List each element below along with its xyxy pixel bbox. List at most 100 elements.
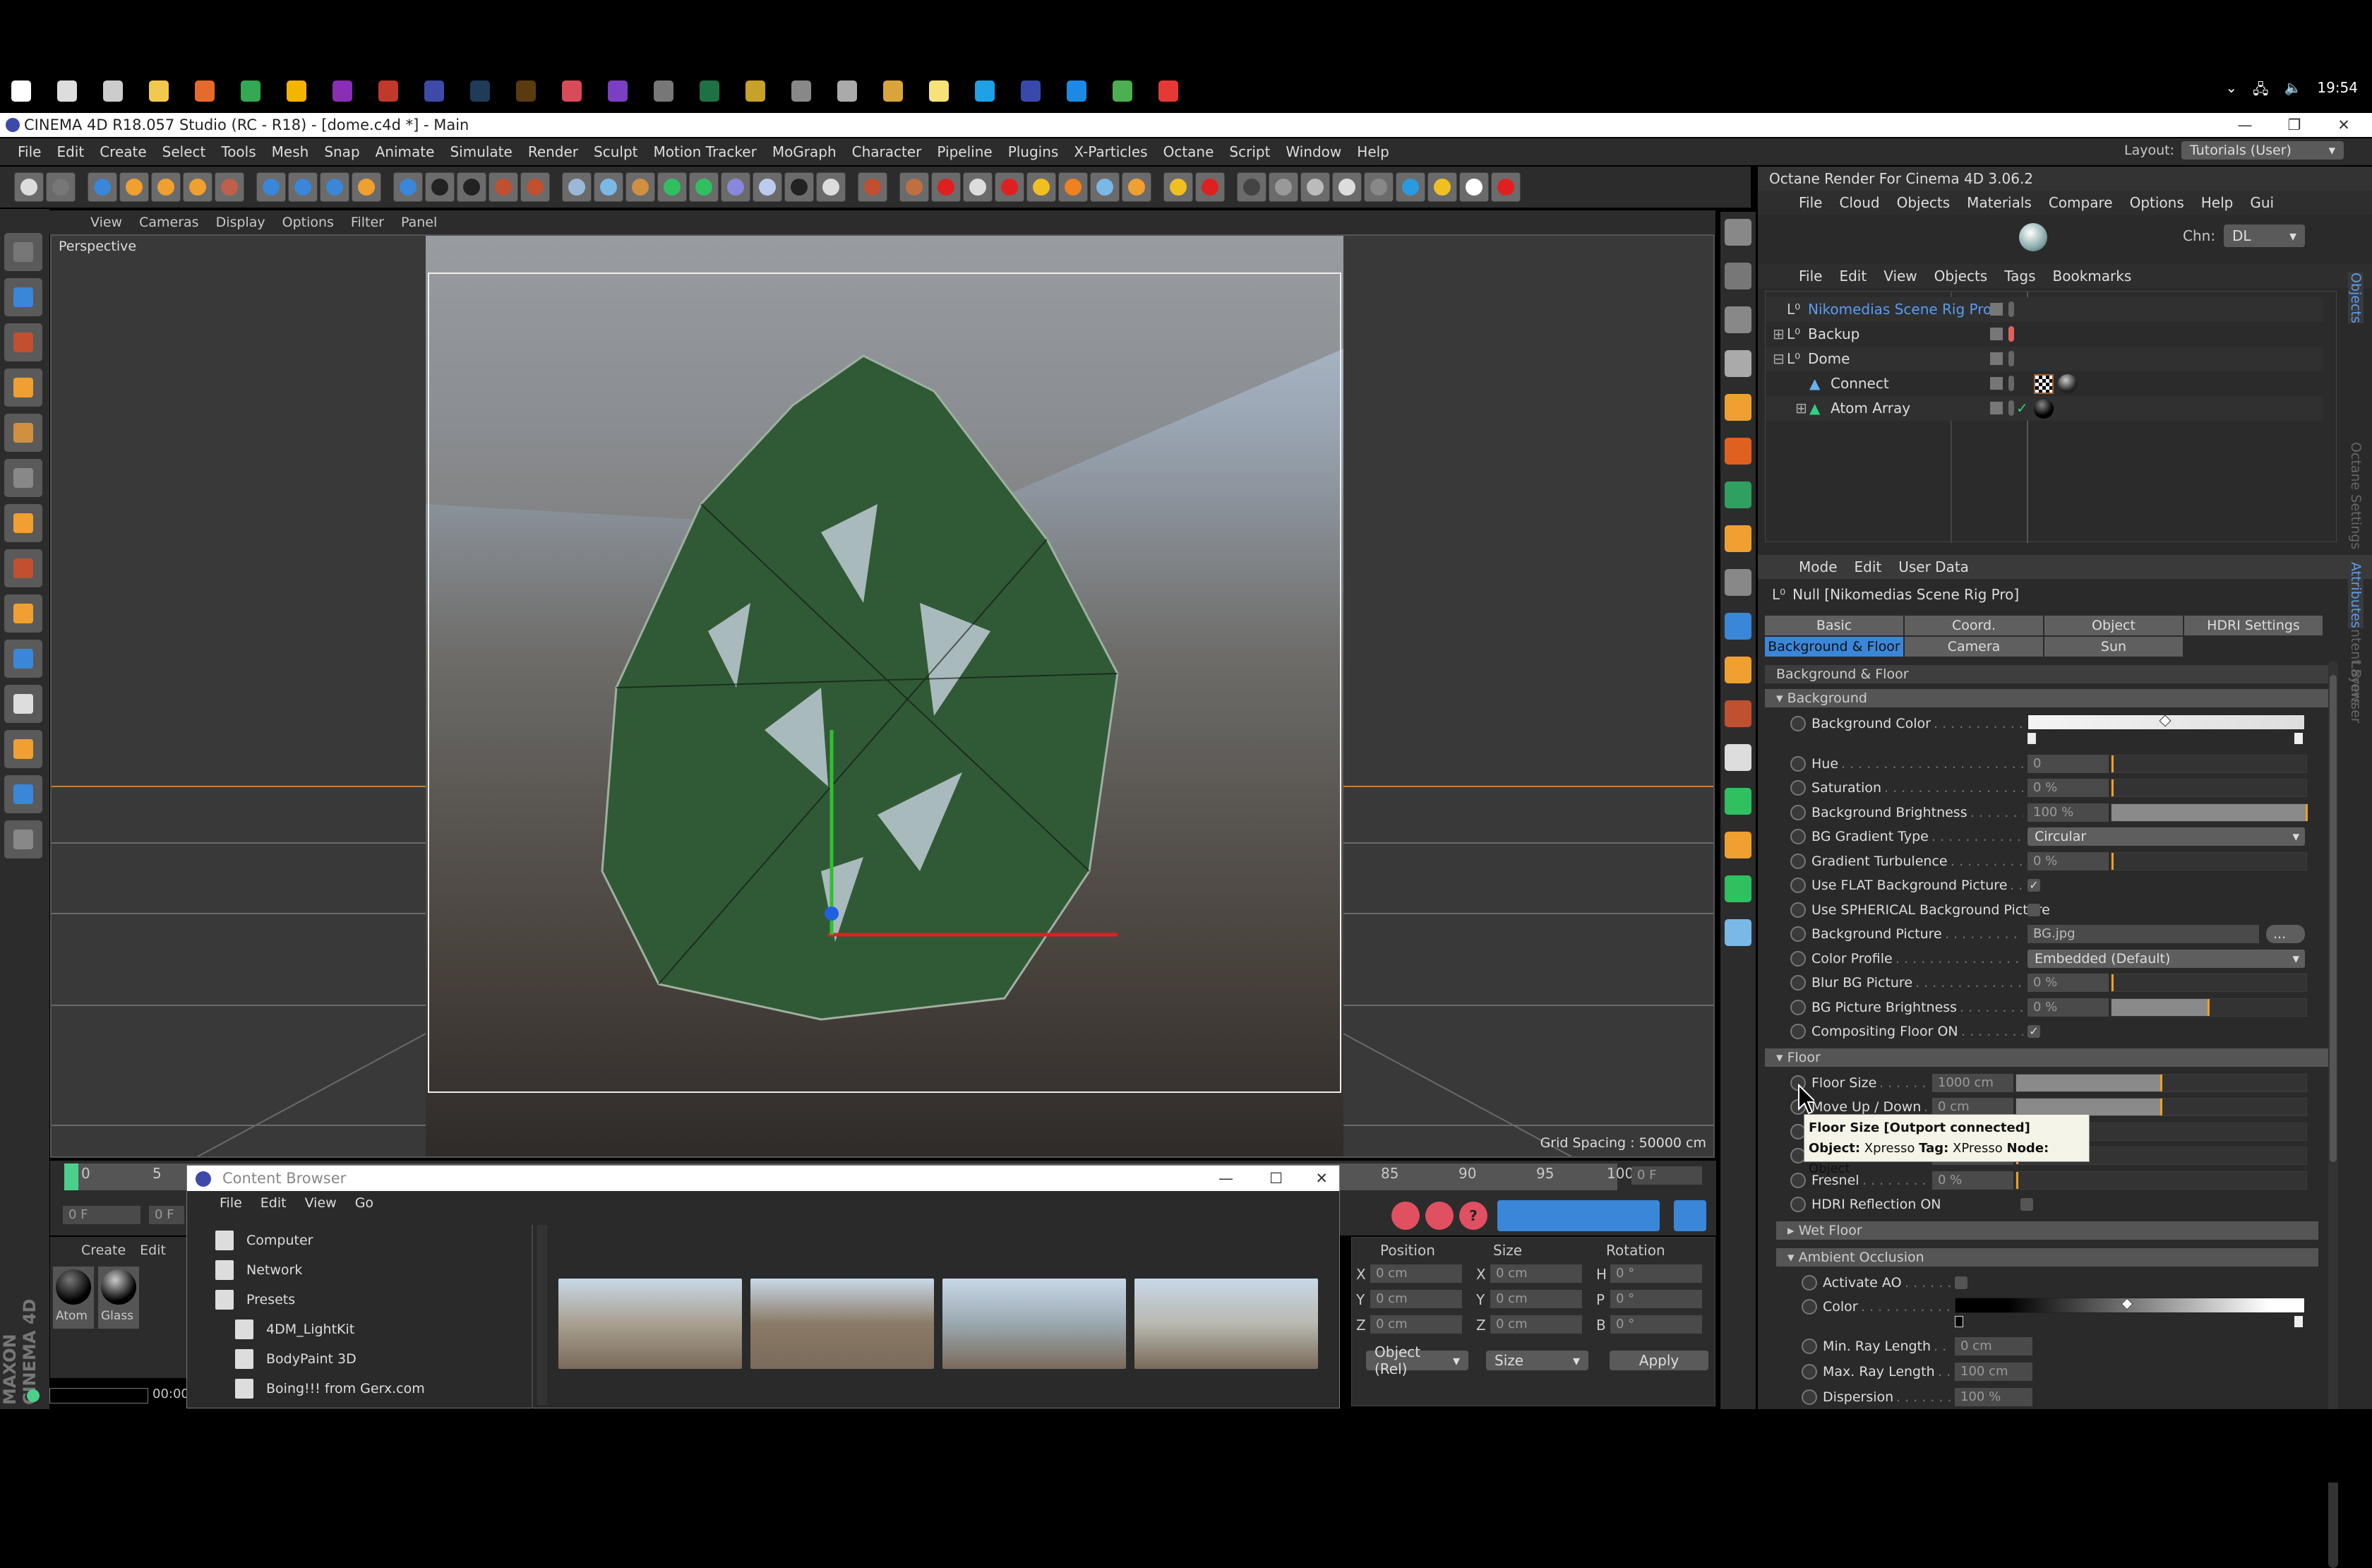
- apply-button[interactable]: Apply: [1610, 1351, 1708, 1370]
- animate-param-icon[interactable]: [1790, 1172, 1806, 1188]
- menu-tools[interactable]: Tools: [213, 143, 263, 160]
- texture-mode-icon[interactable]: [4, 323, 42, 361]
- animate-param-icon[interactable]: [1790, 926, 1806, 942]
- attr-value-field[interactable]: 1000 cm: [1932, 1073, 2013, 1092]
- viewport-perspective[interactable]: Perspective Grid Spacing : 50000 cm: [50, 234, 1715, 1158]
- menu-edit[interactable]: Edit: [260, 1195, 287, 1219]
- rotation-h-field[interactable]: 0 °: [1610, 1264, 1702, 1283]
- octane-tool-icon[interactable]: [1725, 657, 1751, 683]
- download-icon[interactable]: [1026, 172, 1056, 202]
- sun-icon[interactable]: [1427, 172, 1457, 202]
- side-tab-layers[interactable]: Layers: [2348, 661, 2364, 705]
- attr-slider[interactable]: [2111, 779, 2307, 797]
- menu-x-particles[interactable]: X-Particles: [1066, 143, 1155, 160]
- attr-file-field[interactable]: BG.jpg: [2027, 925, 2259, 943]
- tab-basic[interactable]: Basic: [1765, 616, 1903, 635]
- sphere-dark-icon[interactable]: [1364, 172, 1394, 202]
- attr-slider[interactable]: [2111, 851, 2307, 870]
- animate-param-icon[interactable]: [1802, 1274, 1817, 1291]
- checker-texture-tag-icon[interactable]: [2034, 374, 2054, 394]
- tree-item-bodypaint-3d[interactable]: BodyPaint 3D: [235, 1349, 357, 1369]
- tree-item-presets[interactable]: Presets: [215, 1290, 295, 1310]
- octane-tool-icon[interactable]: [1725, 525, 1751, 552]
- menu-edit[interactable]: Edit: [1831, 268, 1875, 285]
- chevron-up-icon[interactable]: ⌄: [2225, 79, 2237, 103]
- menu-gui[interactable]: Gui: [2241, 194, 2282, 211]
- object-row-atom-array[interactable]: ⊞ ▲ Atom Array ✓: [1766, 396, 2323, 421]
- app-c-red-icon[interactable]: [1158, 80, 1178, 102]
- minimize-button[interactable]: —: [2224, 113, 2266, 137]
- coordinate-system-icon[interactable]: [352, 172, 381, 202]
- undo-icon[interactable]: [14, 172, 44, 202]
- menu-objects[interactable]: Objects: [1888, 194, 1959, 211]
- acrobat-icon[interactable]: [378, 80, 398, 102]
- animate-param-icon[interactable]: [1790, 1024, 1806, 1039]
- r-icon[interactable]: [1122, 172, 1151, 202]
- animate-param-icon[interactable]: [1802, 1364, 1817, 1380]
- film-icon[interactable]: [1237, 172, 1266, 202]
- contrast-icon[interactable]: [1396, 172, 1425, 202]
- menu-view[interactable]: View: [82, 215, 131, 230]
- slider-knob[interactable]: [2112, 779, 2114, 796]
- hdri-thumbnail[interactable]: [750, 1279, 934, 1369]
- selection-icon[interactable]: [215, 172, 244, 202]
- move-icon[interactable]: [119, 172, 149, 202]
- xpresso-icon[interactable]: [858, 172, 887, 202]
- onenote-icon[interactable]: [333, 80, 352, 102]
- object-row-nikomedias-scene-rig-pro[interactable]: L⁰ Nikomedias Scene Rig Pro: [1766, 297, 2323, 322]
- menu-plugins[interactable]: Plugins: [1000, 143, 1067, 160]
- solo-icon[interactable]: [4, 820, 42, 858]
- photoshop-icon[interactable]: [470, 80, 490, 102]
- side-tab-octane-settings[interactable]: Octane Settings: [2348, 442, 2364, 549]
- size-z-field[interactable]: 0 cm: [1490, 1315, 1582, 1334]
- attr-slider[interactable]: [2111, 974, 2307, 992]
- render-view-icon[interactable]: [425, 172, 455, 202]
- material-glass[interactable]: Glass: [98, 1267, 139, 1329]
- menu-render[interactable]: Render: [520, 143, 586, 160]
- key-mode-buttons[interactable]: [1497, 1200, 1660, 1231]
- gradient-midpoint-icon[interactable]: [2159, 714, 2172, 727]
- illustrator-icon[interactable]: [516, 80, 536, 102]
- app-grey-icon[interactable]: [654, 80, 673, 102]
- no-entry-3-icon[interactable]: [1195, 172, 1225, 202]
- menu-file[interactable]: File: [220, 1195, 242, 1219]
- playhead[interactable]: [64, 1163, 78, 1190]
- octane-tool-icon[interactable]: [1725, 919, 1751, 946]
- windows-start-icon[interactable]: [11, 80, 31, 102]
- attr-slider[interactable]: [2111, 998, 2307, 1017]
- menu-cloud[interactable]: Cloud: [1831, 194, 1888, 211]
- octane-tool-icon[interactable]: [1725, 875, 1751, 902]
- menu-mesh[interactable]: Mesh: [264, 143, 317, 160]
- record-icon[interactable]: [1491, 172, 1521, 202]
- position-y-field[interactable]: 0 cm: [1370, 1290, 1462, 1308]
- chrome-canary-icon[interactable]: [287, 80, 306, 102]
- menu-animate[interactable]: Animate: [368, 143, 443, 160]
- octane-tool-icon[interactable]: [1725, 394, 1751, 421]
- tab-background-floor[interactable]: Background & Floor: [1765, 637, 1903, 657]
- animate-param-icon[interactable]: [1790, 716, 1806, 731]
- render-sphere-icon[interactable]: [2019, 223, 2047, 251]
- gradient-stop-left[interactable]: [2027, 733, 2036, 744]
- animate-param-icon[interactable]: [1790, 999, 1806, 1015]
- animate-param-icon[interactable]: [1790, 902, 1806, 918]
- menu-create[interactable]: Create: [92, 143, 154, 160]
- octane-tool-icon[interactable]: [1725, 744, 1751, 771]
- size-y-field[interactable]: 0 cm: [1490, 1290, 1582, 1308]
- attr-value-field[interactable]: 100 cm: [1955, 1363, 2032, 1381]
- subdivision-icon[interactable]: [657, 172, 687, 202]
- size-mode-dropdown[interactable]: Size ▾: [1486, 1351, 1588, 1370]
- slider-knob[interactable]: [2112, 974, 2114, 991]
- no-entry-2-icon[interactable]: [995, 172, 1024, 202]
- menu-snap[interactable]: Snap: [316, 143, 367, 160]
- menu-user-data[interactable]: User Data: [1890, 558, 1977, 575]
- menu-octane[interactable]: Octane: [1156, 143, 1222, 160]
- menu-bookmarks[interactable]: Bookmarks: [2044, 268, 2140, 285]
- axis-icon[interactable]: [4, 594, 42, 633]
- attr-checkbox[interactable]: [2020, 1198, 2033, 1211]
- octane-tool-icon[interactable]: [1725, 613, 1751, 640]
- sphere-white-icon[interactable]: [1332, 172, 1362, 202]
- workplane-icon[interactable]: [4, 369, 42, 407]
- sphere-light-icon[interactable]: [1300, 172, 1330, 202]
- autokey-icon[interactable]: [1425, 1202, 1454, 1230]
- menu-options[interactable]: Options: [274, 215, 342, 230]
